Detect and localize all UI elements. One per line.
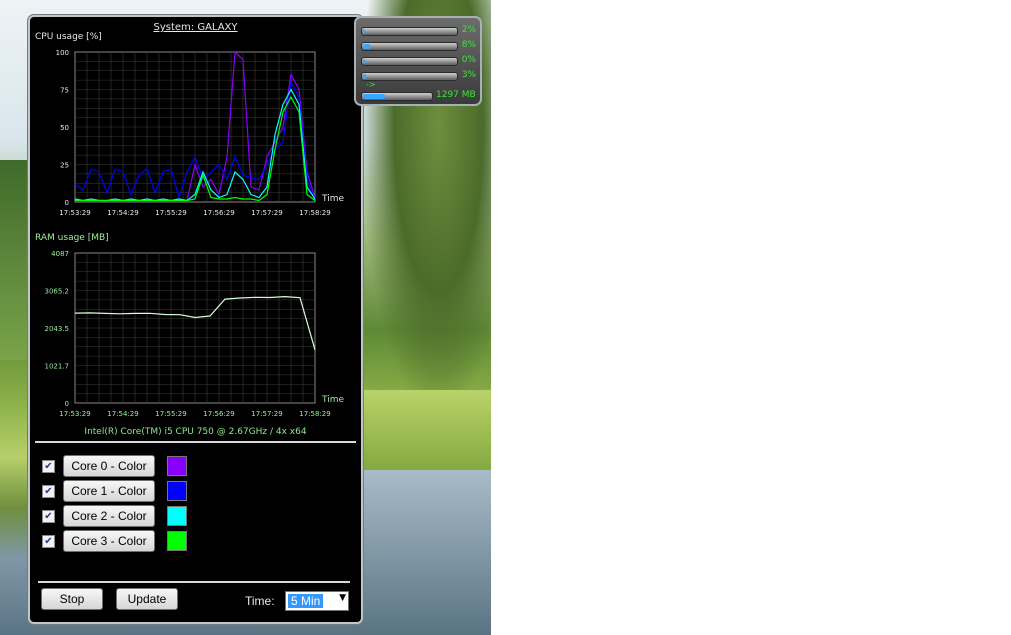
meter-core-2-bar <box>361 57 458 66</box>
core-3-color-swatch[interactable] <box>167 531 187 551</box>
core-3-color-button[interactable]: Core 3 - Color <box>63 530 155 552</box>
cpu-y-tick-label: 75 <box>60 87 69 95</box>
meter-ram-bar <box>361 92 433 101</box>
meter-core-1-fill <box>363 44 370 49</box>
core-1-color-button[interactable]: Core 1 - Color <box>63 480 155 502</box>
meter-core-2-value: 0% <box>461 55 476 65</box>
cpu-y-tick-label: 100 <box>56 49 69 57</box>
cpu-x-tick-label: 17:58:29 <box>299 209 330 217</box>
core-3-row: ✔ Core 3 - Color <box>42 530 187 552</box>
cpu-y-tick-label: 50 <box>60 124 69 132</box>
core-2-checkbox[interactable]: ✔ <box>42 509 55 523</box>
cpu-x-axis-label: Time <box>321 194 344 204</box>
meter-core-0-bar <box>361 27 458 36</box>
meter-core-0-fill <box>363 29 365 34</box>
divider-top <box>35 441 356 443</box>
cpu-usage-chart: 100 75 50 25 0 17:53:29 17:54:29 17:55:29 17:56:… <box>56 49 345 217</box>
core-2-color-swatch[interactable] <box>167 506 187 526</box>
core-0-row: ✔ Core 0 - Color <box>42 455 187 477</box>
cpu-monitor-gadget: System: GALAXY CPU usage [%] 100 75 50 25 0 1… <box>28 15 363 624</box>
cpu-model-text: Intel(R) Core(TM) i5 CPU 750 @ 2.67GHz /… <box>84 427 307 437</box>
core-0-color-swatch[interactable] <box>167 456 187 476</box>
meter-core-3-fill <box>363 74 366 79</box>
divider-bottom <box>38 581 350 583</box>
ram-x-tick-label: 17:53:29 <box>59 410 90 418</box>
ram-x-tick-label: 17:56:29 <box>203 410 234 418</box>
core-3-checkbox[interactable]: ✔ <box>42 534 55 548</box>
core-2-color-button[interactable]: Core 2 - Color <box>63 505 155 527</box>
time-dropdown-value: 5 Min <box>288 594 324 608</box>
core-1-color-swatch[interactable] <box>167 481 187 501</box>
cpu-x-tick-label: 17:55:29 <box>155 209 186 217</box>
meter-core-1-bar <box>361 42 458 51</box>
ram-y-tick-label: 3065.2 <box>45 288 70 296</box>
cpu-x-tick-label: 17:53:29 <box>59 209 90 217</box>
ram-y-tick-label: 4087 <box>51 250 69 258</box>
chevron-down-icon[interactable]: ▼ <box>339 593 346 603</box>
core-1-checkbox[interactable]: ✔ <box>42 484 55 498</box>
ram-x-tick-label: 17:54:29 <box>107 410 138 418</box>
update-button[interactable]: Update <box>116 588 178 610</box>
meter-arrow-text: -> <box>366 80 376 89</box>
meter-ram-fill <box>363 94 385 99</box>
meter-core-2-fill <box>363 59 365 64</box>
time-dropdown[interactable]: 5 Min ▼ <box>285 591 349 611</box>
meter-core-1: 8% <box>361 40 476 51</box>
cpu-x-tick-label: 17:57:29 <box>251 209 282 217</box>
stop-button[interactable]: Stop <box>41 588 103 610</box>
meter-core-0: 2% <box>361 25 476 36</box>
cpu-x-tick-label: 17:56:29 <box>203 209 234 217</box>
meter-ram-value: 1297 MB <box>436 90 476 100</box>
cpu-x-tick-label: 17:54:29 <box>107 209 138 217</box>
meter-core-0-value: 2% <box>461 25 476 35</box>
ram-x-axis-label: Time <box>321 395 344 405</box>
cpu-chart-label: CPU usage [%] <box>35 32 102 42</box>
ram-x-tick-label: 17:57:29 <box>251 410 282 418</box>
cpu-y-tick-label: 0 <box>65 199 69 207</box>
meter-core-3-value: 3% <box>461 70 476 80</box>
ram-x-tick-label: 17:55:29 <box>155 410 186 418</box>
ram-y-tick-label: 0 <box>65 400 69 408</box>
time-label: Time: <box>245 594 275 608</box>
core-0-color-button[interactable]: Core 0 - Color <box>63 455 155 477</box>
ram-usage-chart: 4087 3065.2 2043.5 1021.7 0 17:53:29 17:54:29 1… <box>45 250 345 418</box>
core-0-checkbox[interactable]: ✔ <box>42 459 55 473</box>
wallpaper-grass <box>355 390 491 480</box>
core-2-row: ✔ Core 2 - Color <box>42 505 187 527</box>
ram-chart-label: RAM usage [MB] <box>35 233 109 243</box>
ram-y-tick-label: 2043.5 <box>45 325 70 333</box>
core-1-row: ✔ Core 1 - Color <box>42 480 187 502</box>
ram-x-tick-label: 17:58:29 <box>299 410 330 418</box>
cpu-meter-gadget: 2% 8% 0% 3% -> 1297 MB <box>354 16 482 106</box>
cpu-y-tick-label: 25 <box>60 162 69 170</box>
ram-y-tick-label: 1021.7 <box>45 363 70 371</box>
wallpaper-river <box>355 470 491 635</box>
meter-core-1-value: 8% <box>461 40 476 50</box>
meter-core-2: 0% <box>361 55 476 66</box>
